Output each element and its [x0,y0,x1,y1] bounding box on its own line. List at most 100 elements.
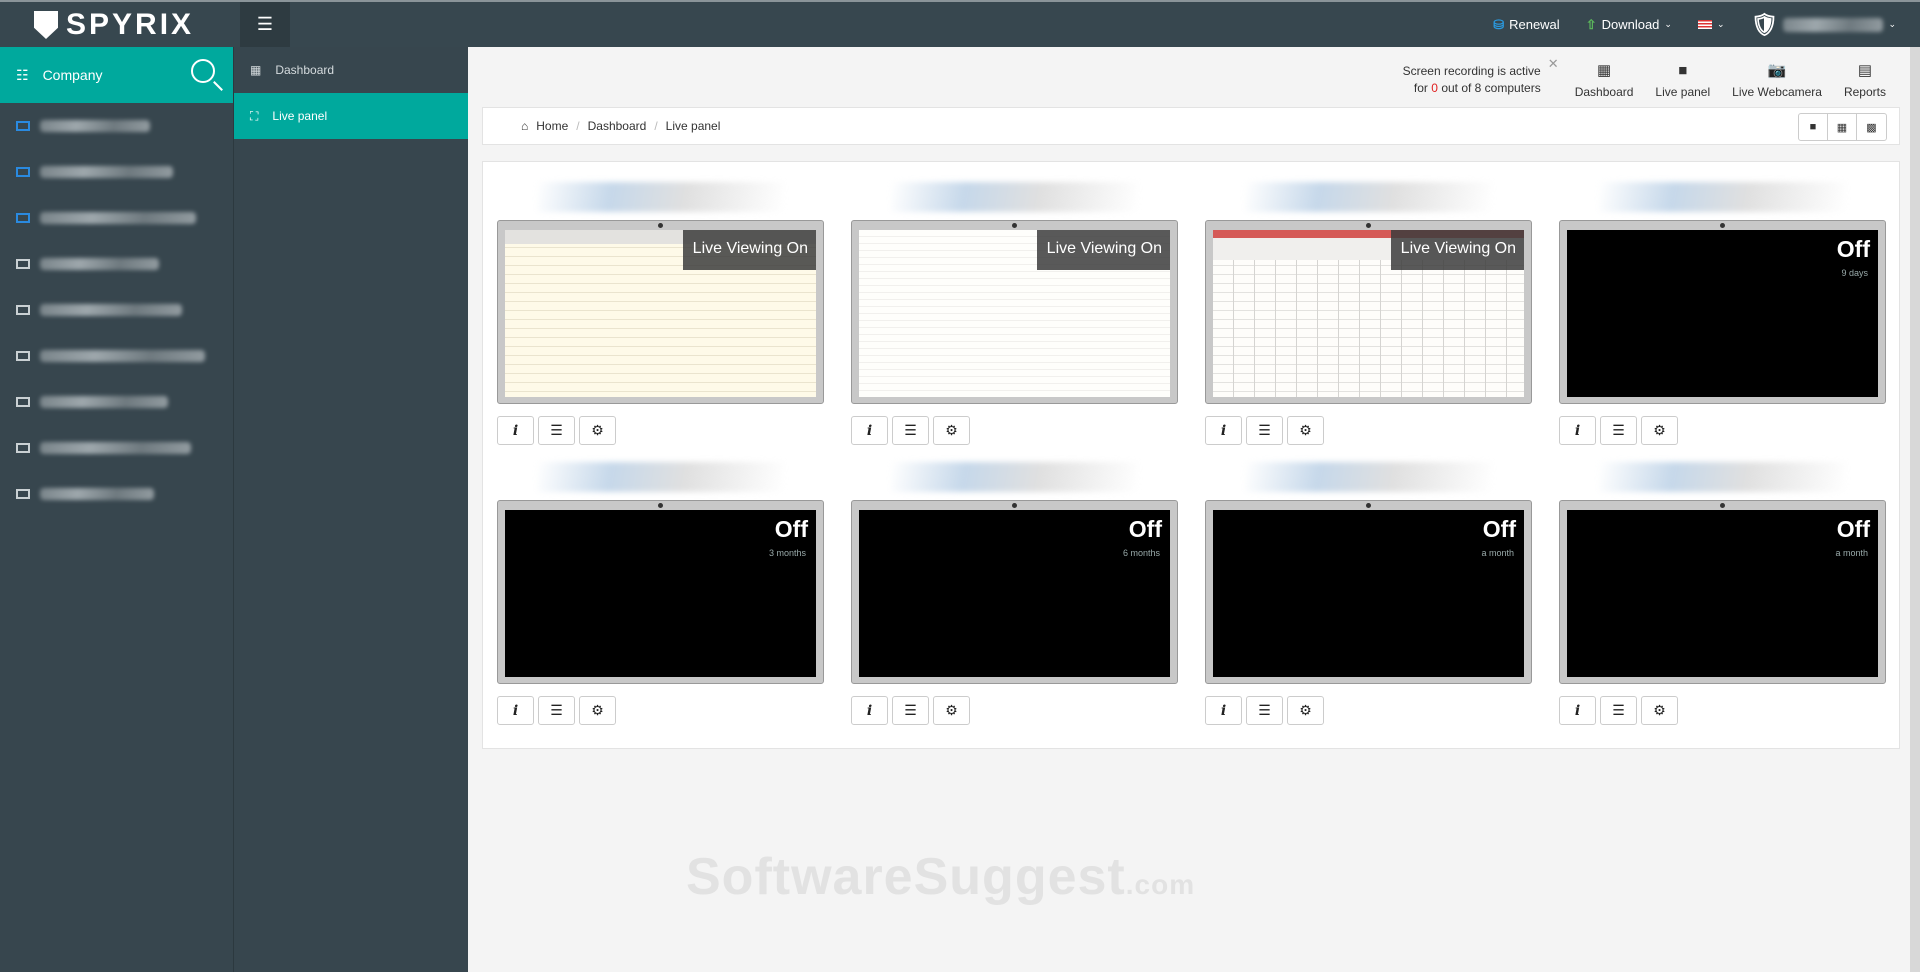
monitor-icon [16,351,30,361]
header-live-webcamera-button[interactable]: 📷 Live Webcamera [1732,62,1822,100]
settings-button[interactable]: ⚙ [579,416,616,445]
live-grid: Live Viewing On i ☰ ⚙ Live Viewing On i ☰ ⚙ Live… [482,161,1900,749]
computer-item[interactable] [0,287,233,333]
screen-preview[interactable]: Live Viewing On [1213,230,1524,397]
expand-icon: ⛶ [250,108,259,123]
info-button[interactable]: i [1559,696,1596,725]
screen-preview[interactable]: Off 6 months [859,510,1170,677]
computer-item[interactable] [0,103,233,149]
nav-item-dashboard[interactable]: ▦ Dashboard [234,47,468,93]
screen-preview[interactable]: Off 3 months [505,510,816,677]
monitor-frame[interactable]: Off 6 months [851,500,1178,684]
search-icon[interactable] [191,59,215,83]
button-label: Dashboard [1574,85,1634,99]
button-label: Reports [1843,85,1886,99]
recording-notice: ✕ Screen recording is active for 0 out o… [1402,56,1559,97]
live-viewing-badge: Live Viewing On [1036,230,1170,270]
breadcrumb: ⌂ Home / Dashboard / Live panel ■ ▦ ▩ [482,107,1900,145]
view-medium-button[interactable]: ▦ [1828,114,1857,140]
computer-item[interactable] [0,241,233,287]
monitor-icon [16,489,30,499]
info-button[interactable]: i [1205,696,1242,725]
blurred-computer-name [1245,182,1492,212]
info-button[interactable]: i [851,696,888,725]
info-button[interactable]: i [497,696,534,725]
monitor-icon [16,305,30,315]
list-button[interactable]: ☰ [538,696,575,725]
info-button[interactable]: i [1559,416,1596,445]
monitor-frame[interactable]: Off a month [1205,500,1532,684]
info-button[interactable]: i [851,416,888,445]
nav-item-live-panel[interactable]: ⛶ Live panel [234,93,468,139]
computer-card: Off a month i ☰ ⚙ [1205,462,1532,725]
list-button[interactable]: ☰ [892,416,929,445]
monitor-frame[interactable]: Off 9 days [1559,220,1886,404]
screen-preview[interactable]: Live Viewing On [505,230,816,397]
info-button[interactable]: i [1205,416,1242,445]
screen-preview[interactable]: Off a month [1213,510,1524,677]
blurred-computer-name [40,212,196,224]
blurred-computer-name [40,350,205,362]
computer-item[interactable] [0,379,233,425]
download-dropdown[interactable]: ⇧ Download ⌄ [1586,17,1672,33]
monitor-frame[interactable]: Live Viewing On [1205,220,1532,404]
chevron-down-icon: ⌄ [1888,19,1896,29]
breadcrumb-live-panel: Live panel [665,119,721,133]
list-button[interactable]: ☰ [1246,696,1283,725]
blurred-computer-name [40,396,168,408]
monitor-frame[interactable]: Off 3 months [497,500,824,684]
blurred-computer-name [40,304,182,316]
webcam-dot [658,223,663,228]
computer-card: Live Viewing On i ☰ ⚙ [497,182,824,445]
list-button[interactable]: ☰ [1600,416,1637,445]
monitor-icon [16,213,30,223]
menu-toggle-button[interactable]: ☰ [240,2,290,47]
screen-preview[interactable]: Off a month [1567,510,1878,677]
computer-item[interactable] [0,471,233,517]
company-header[interactable]: ☷ Company [0,47,233,103]
renewal-link[interactable]: ⛁ Renewal [1493,17,1560,33]
computer-item[interactable] [0,149,233,195]
list-button[interactable]: ☰ [1600,696,1637,725]
header-dashboard-button[interactable]: ▦ Dashboard [1574,63,1634,100]
webcam-dot [1012,503,1017,508]
monitor-icon [16,443,30,453]
screen-preview[interactable]: Live Viewing On [859,230,1170,397]
close-icon[interactable]: ✕ [1548,55,1559,72]
list-button[interactable]: ☰ [892,696,929,725]
settings-button[interactable]: ⚙ [1641,696,1678,725]
blurred-computer-name [537,182,784,212]
monitor-frame[interactable]: Live Viewing On [497,220,824,404]
computer-item[interactable] [0,425,233,471]
computer-item[interactable] [0,333,233,379]
settings-button[interactable]: ⚙ [1287,696,1324,725]
camera-icon: 📷 [1767,62,1787,79]
view-small-button[interactable]: ▩ [1857,114,1886,140]
webcam-dot [1720,503,1725,508]
breadcrumb-dashboard[interactable]: Dashboard [588,119,647,133]
user-menu[interactable]: 🛡 ⌄ [1751,12,1896,38]
breadcrumb-home[interactable]: Home [536,119,568,133]
recording-rest: out of 8 computers [1441,81,1541,95]
settings-button[interactable]: ⚙ [579,696,616,725]
language-dropdown[interactable]: ⌄ [1697,19,1725,30]
view-large-button[interactable]: ■ [1799,114,1828,140]
header-reports-button[interactable]: ▤ Reports [1843,63,1886,100]
list-button[interactable]: ☰ [538,416,575,445]
home-icon: ⌂ [521,119,529,133]
settings-button[interactable]: ⚙ [1287,416,1324,445]
recording-text: Screen recording is active [1402,64,1541,78]
settings-button[interactable]: ⚙ [933,696,970,725]
settings-button[interactable]: ⚙ [1641,416,1678,445]
info-button[interactable]: i [497,416,534,445]
scrollbar[interactable] [1910,47,1920,972]
computer-item[interactable] [0,195,233,241]
monitor-frame[interactable]: Off a month [1559,500,1886,684]
main-content: ✕ Screen recording is active for 0 out o… [468,47,1910,972]
spyrix-logo[interactable]: SPYRIX [34,8,194,42]
screen-preview[interactable]: Off 9 days [1567,230,1878,397]
monitor-frame[interactable]: Live Viewing On [851,220,1178,404]
list-button[interactable]: ☰ [1246,416,1283,445]
settings-button[interactable]: ⚙ [933,416,970,445]
header-live-panel-button[interactable]: ■ Live panel [1655,63,1710,100]
